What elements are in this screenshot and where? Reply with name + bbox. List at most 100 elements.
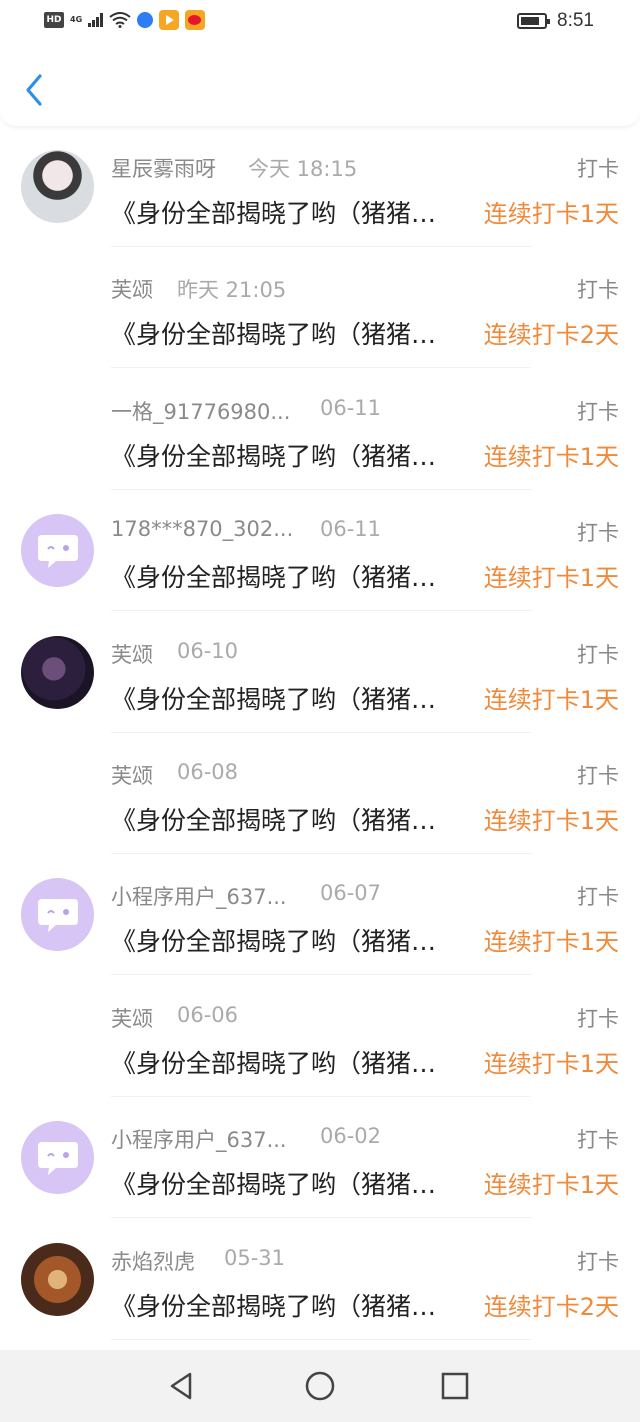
status-bar: HD 4G 8:51	[0, 0, 640, 44]
checkin-content: 《身份全部揭晓了哟（猪猪…	[111, 563, 437, 593]
post-date: 06-02	[320, 1124, 382, 1149]
avatar[interactable]	[21, 1242, 94, 1316]
checkin-content: 《身份全部揭晓了哟（猪猪…	[111, 805, 437, 835]
post-date: 05-31	[224, 1245, 286, 1270]
status-time: 8:51	[557, 10, 594, 31]
network-type: 4G	[70, 15, 83, 24]
checkin-content: 《身份全部揭晓了哟（猪猪…	[111, 927, 437, 957]
name-date-line: 芙颂 昨天 21:05	[111, 274, 286, 304]
user-name: 星辰雾雨呀	[111, 157, 216, 181]
checkin-content: 《身份全部揭晓了哟（猪猪…	[111, 320, 437, 350]
nav-home-button[interactable]	[304, 1370, 336, 1402]
row-divider	[111, 488, 531, 490]
list-item[interactable]: 星辰雾雨呀 今天 18:15 打卡《身份全部揭晓了哟（猪猪… 连续打卡1天	[0, 140, 640, 261]
chat-bubble-icon	[37, 1141, 78, 1175]
checkin-content: 《身份全部揭晓了哟（猪猪…	[111, 441, 437, 471]
list-item[interactable]: 178***870_302... 06-11 打卡 《身份全部揭晓了哟（猪猪… 连续打卡…	[0, 504, 640, 625]
streak-label: 连续打卡1天	[483, 685, 619, 714]
post-date: 06-11	[320, 395, 382, 420]
name-date-line: 芙颂 06-06	[111, 1003, 238, 1033]
avatar[interactable]	[21, 878, 94, 952]
status-icons-left: HD 4G	[44, 10, 206, 30]
list-item[interactable]: 芙颂 昨天 21:05 打卡《身份全部揭晓了哟（猪猪… 连续打卡2天	[0, 261, 640, 382]
checkin-tag: 打卡	[577, 885, 619, 910]
row-divider	[111, 974, 531, 976]
streak-label: 连续打卡1天	[483, 200, 619, 228]
avatar[interactable]	[21, 1121, 94, 1195]
weibo-app-icon	[185, 10, 206, 30]
checkin-tag: 打卡	[577, 1006, 619, 1031]
streak-label: 连续打卡2天	[483, 321, 619, 350]
row-divider	[111, 1095, 531, 1097]
avatar[interactable]	[21, 150, 94, 223]
streak-label: 连续打卡1天	[483, 564, 619, 593]
name-date-line: 小程序用户_637... 06-07	[111, 881, 381, 911]
status-icons-right: 8:51	[517, 10, 594, 32]
streak-label: 连续打卡1天	[483, 1049, 619, 1078]
signal-icon	[88, 13, 104, 27]
name-date-line: 赤焰烈虎 05-31	[111, 1246, 285, 1276]
streak-label: 连续打卡1天	[483, 442, 619, 471]
post-date: 今天 18:15	[248, 157, 358, 181]
user-name: 芙颂	[111, 278, 153, 303]
checkin-tag: 打卡	[577, 278, 619, 303]
name-date-line: 星辰雾雨呀 今天 18:15	[111, 153, 357, 183]
list-item[interactable]: 芙颂 06-06 打卡《身份全部揭晓了哟（猪猪… 连续打卡1天	[0, 990, 640, 1111]
streak-label: 连续打卡1天	[483, 806, 619, 835]
user-name: 赤焰烈虎	[111, 1249, 195, 1274]
checkin-list: 星辰雾雨呀 今天 18:15 打卡 《身份全部揭晓了哟（猪猪… 连续打卡1天 芙颂 昨天 2…	[0, 140, 640, 1354]
user-name: 小程序用户_637...	[111, 885, 287, 910]
checkin-tag: 打卡	[577, 1128, 619, 1153]
avatar[interactable]	[21, 635, 94, 709]
row-divider	[111, 852, 531, 854]
post-date: 06-10	[177, 638, 239, 663]
user-name: 芙颂	[111, 1006, 153, 1031]
nav-back-button[interactable]	[166, 1370, 198, 1402]
nav-recents-button[interactable]	[439, 1370, 471, 1402]
list-item[interactable]: 小程序用户_637... 06-02 打卡《身份全部揭晓了哟（猪猪… 连续打卡1天	[0, 1111, 640, 1232]
streak-label: 连续打卡1天	[483, 928, 619, 957]
user-name: 178***870_302...	[111, 517, 294, 542]
post-date: 06-06	[177, 1002, 239, 1027]
user-name: 小程序用户_637...	[111, 1128, 287, 1153]
post-date: 昨天 21:05	[177, 278, 287, 303]
streak-label: 连续打卡1天	[483, 1171, 619, 1200]
post-date: 06-08	[177, 759, 239, 784]
row-divider	[111, 610, 531, 612]
name-date-line: 一格_91776980... 06-11	[111, 396, 381, 426]
checkin-content: 《身份全部揭晓了哟（猪猪…	[111, 199, 437, 228]
triangle-back-icon	[170, 1372, 192, 1400]
row-divider	[111, 1217, 531, 1219]
checkin-content: 《身份全部揭晓了哟（猪猪…	[111, 1291, 437, 1321]
user-name: 一格_91776980...	[111, 399, 291, 424]
list-item[interactable]: 芙颂 06-08 打卡《身份全部揭晓了哟（猪猪… 连续打卡1天	[0, 747, 640, 868]
battery-icon	[517, 13, 551, 29]
list-item[interactable]: 赤焰烈虎 05-31 打卡 《身份全部揭晓了哟（猪猪… 连续打卡2天	[0, 1233, 640, 1354]
row-divider	[111, 731, 531, 733]
chevron-left-icon	[26, 74, 42, 106]
user-name: 芙颂	[111, 763, 153, 788]
name-date-line: 芙颂 06-10	[111, 639, 238, 669]
checkin-tag: 打卡	[577, 157, 619, 181]
square-recents-icon	[441, 1372, 469, 1400]
checkin-tag: 打卡	[577, 642, 619, 667]
post-date: 06-07	[320, 881, 382, 906]
checkin-content: 《身份全部揭晓了哟（猪猪…	[111, 1170, 437, 1200]
avatar[interactable]	[21, 514, 94, 588]
back-button[interactable]	[18, 70, 54, 110]
checkin-content: 《身份全部揭晓了哟（猪猪…	[111, 1048, 437, 1078]
row-divider	[111, 246, 531, 247]
wifi-icon	[109, 12, 131, 28]
hd-badge: HD	[44, 12, 64, 28]
post-date: 06-11	[320, 517, 382, 542]
circle-home-icon	[305, 1371, 335, 1401]
row-divider	[111, 367, 531, 369]
list-item[interactable]: 小程序用户_637... 06-07 打卡《身份全部揭晓了哟（猪猪… 连续打卡1天	[0, 868, 640, 989]
system-nav-bar	[0, 1350, 640, 1422]
streak-label: 连续打卡2天	[483, 1292, 619, 1321]
name-date-line: 芙颂 06-08	[111, 760, 238, 790]
list-item[interactable]: 一格_91776980... 06-11 打卡 《身份全部揭晓了哟（猪猪… 连续打卡1天	[0, 383, 640, 504]
checkin-tag: 打卡	[577, 763, 619, 788]
list-item[interactable]: 芙颂 06-10 打卡 《身份全部揭晓了哟（猪猪… 连续打卡1天	[0, 626, 640, 747]
name-date-line: 小程序用户_637... 06-02	[111, 1124, 381, 1154]
